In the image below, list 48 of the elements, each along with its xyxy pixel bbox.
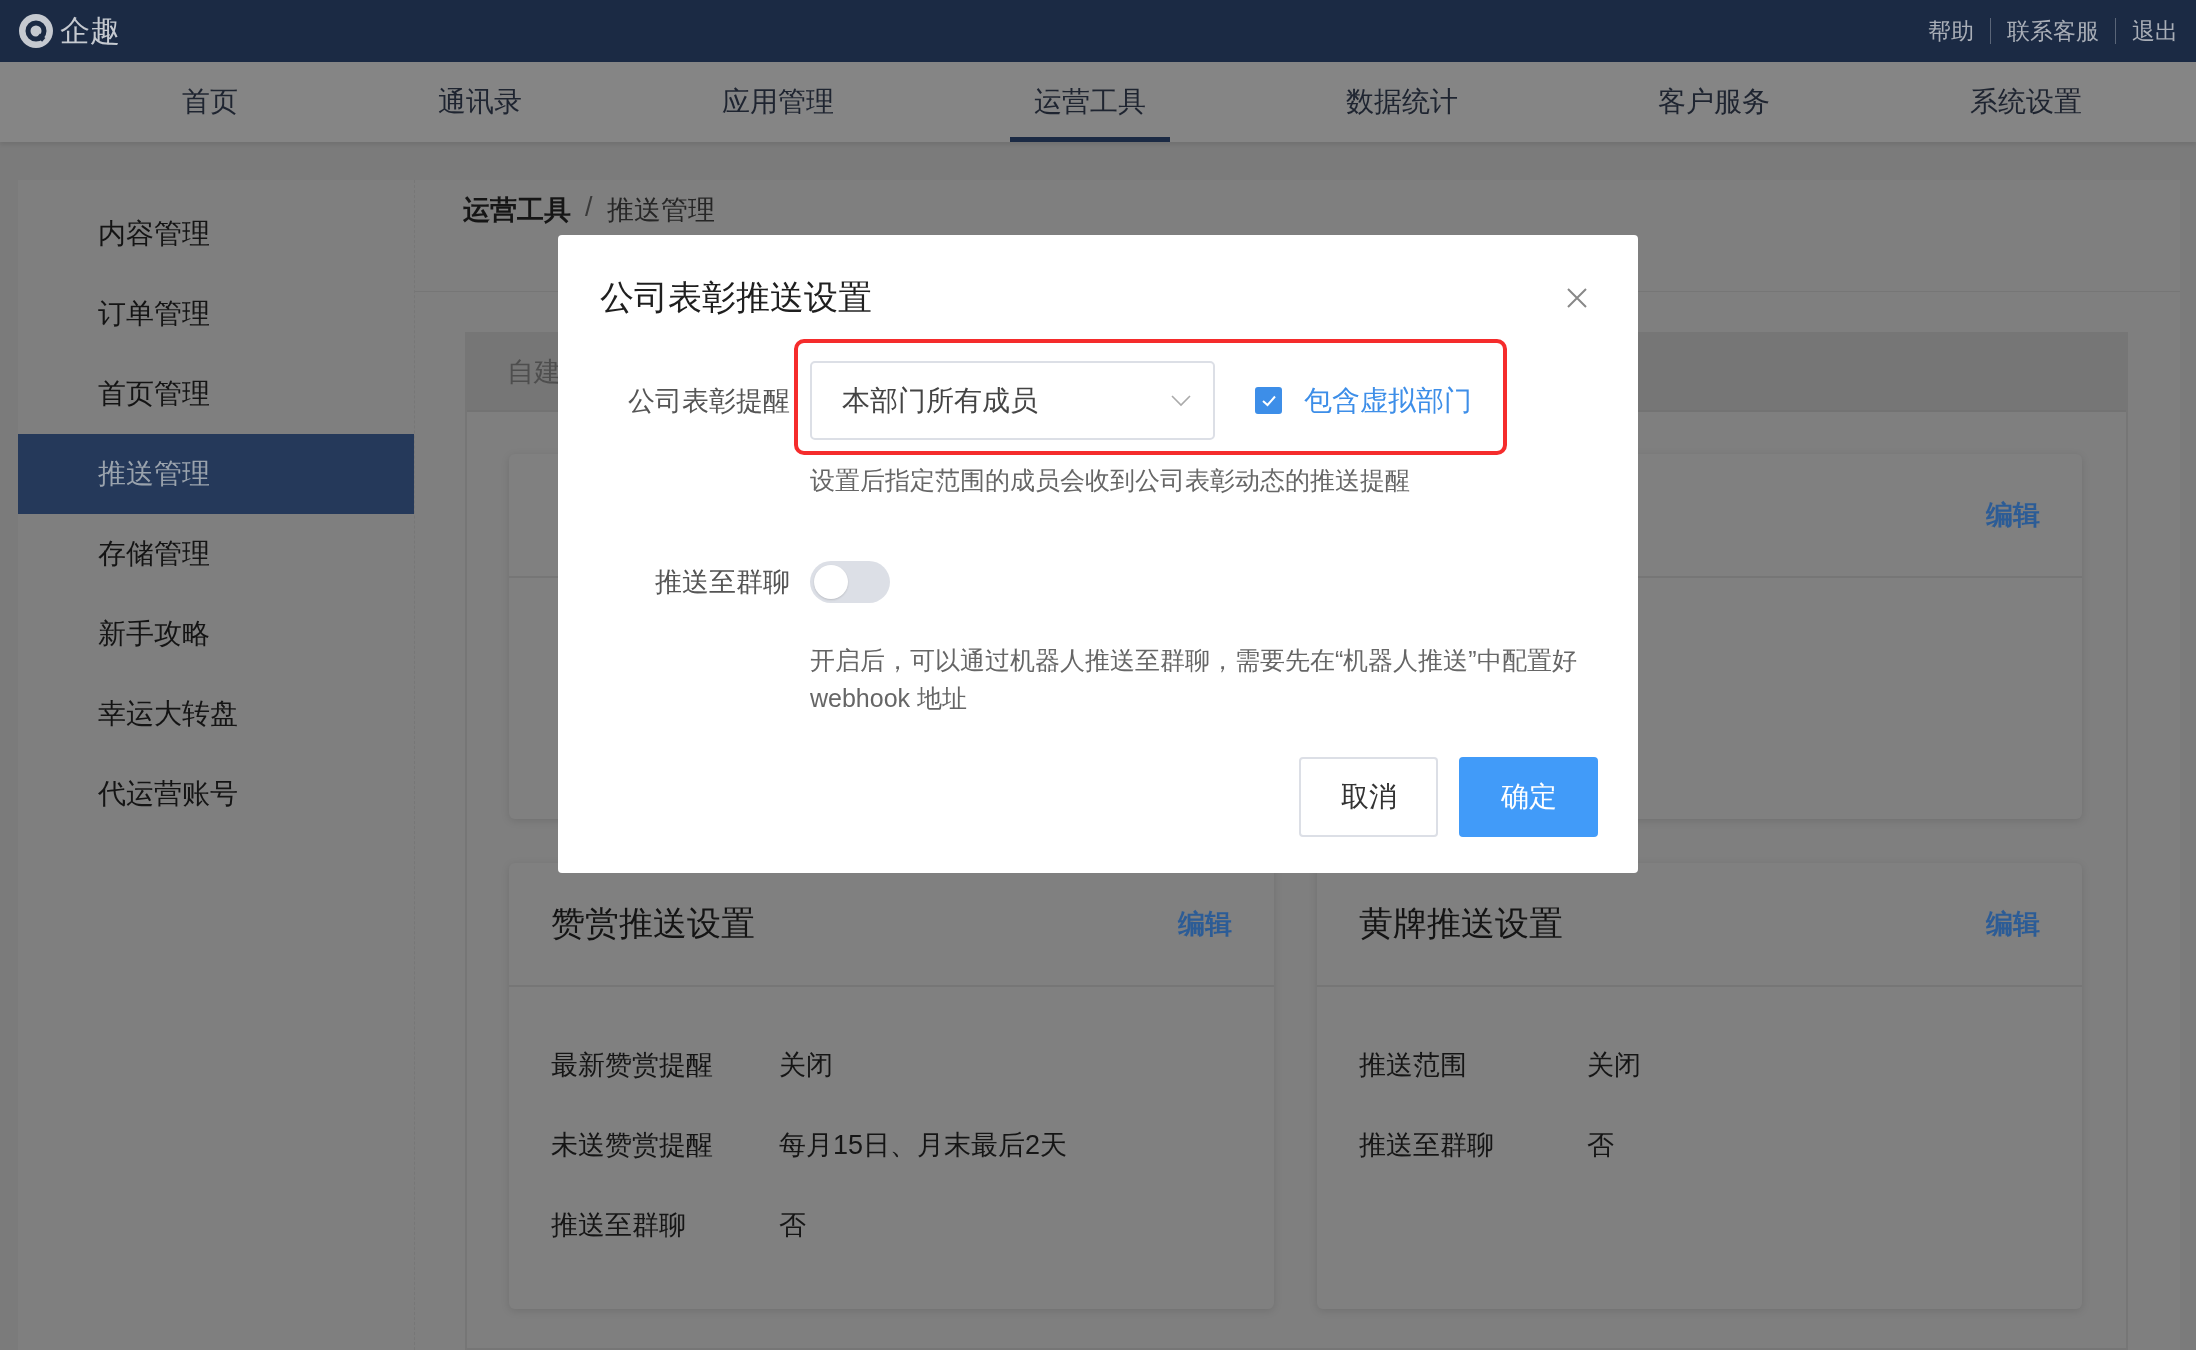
sidebar-item[interactable]: 存储管理 [18, 514, 414, 594]
setting-value: 关闭 [779, 1049, 833, 1082]
nav-tab[interactable]: 首页 [158, 62, 262, 142]
sidebar-item[interactable]: 内容管理 [18, 194, 414, 274]
confirm-button[interactable]: 确定 [1459, 757, 1598, 837]
nav-tab[interactable]: 运营工具 [1010, 62, 1170, 142]
setting-value: 否 [779, 1209, 806, 1242]
setting-value: 否 [1587, 1129, 1614, 1162]
virtual-dept-checkbox[interactable]: 包含虚拟部门 [1255, 381, 1472, 420]
chevron-down-icon [1171, 394, 1191, 407]
close-icon[interactable] [1566, 287, 1588, 309]
nav-tab[interactable]: 通讯录 [414, 62, 546, 142]
setting-label: 未送赞赏提醒 [551, 1129, 714, 1162]
cancel-button[interactable]: 取消 [1299, 757, 1438, 837]
setting-label: 推送至群聊 [551, 1209, 687, 1242]
logo-text: 企趣 [60, 12, 120, 49]
setting-label: 推送至群聊 [1359, 1129, 1495, 1162]
nav-tab[interactable]: 客户服务 [1634, 62, 1794, 142]
breadcrumb-item: 推送管理 [606, 194, 715, 227]
sidebar-item[interactable]: 代运营账号 [18, 754, 414, 834]
nav-tab[interactable]: 数据统计 [1322, 62, 1482, 142]
member-select[interactable]: 本部门所有成员 [810, 361, 1215, 440]
sidebar-item[interactable]: 幸运大转盘 [18, 674, 414, 754]
field-description: 开启后，可以通过机器人推送至群聊，需要先在“机器人推送”中配置好 webhook 地址 [810, 645, 1578, 714]
dialog-title: 公司表彰推送设置 [600, 277, 872, 318]
group-chat-toggle[interactable] [810, 561, 890, 603]
setting-value: 每月15日、月末最后2天 [779, 1129, 1068, 1162]
breadcrumb-item[interactable]: 运营工具 [463, 192, 571, 228]
setting-label: 推送范围 [1359, 1049, 1468, 1082]
sidebar-item[interactable]: 新手攻略 [18, 594, 414, 674]
setting-label: 最新赞赏提醒 [551, 1049, 714, 1082]
logo-icon [18, 13, 54, 49]
field-label: 推送至群聊 [654, 566, 791, 599]
top-link[interactable]: 退出 [2115, 18, 2178, 44]
nav-tab[interactable]: 应用管理 [698, 62, 858, 142]
top-link[interactable]: 帮助 [1912, 18, 1990, 44]
sidebar-item[interactable]: 首页管理 [18, 354, 414, 434]
field-label: 公司表彰提醒 [627, 384, 791, 418]
card-title: 赞赏推送设置 [551, 903, 755, 944]
breadcrumb-separator: / [585, 192, 593, 223]
field-hint: 设置后指定范围的成员会收到公司表彰动态的推送提醒 [810, 465, 1411, 496]
card-title: 黄牌推送设置 [1359, 903, 1563, 944]
sidebar-item[interactable]: 订单管理 [18, 274, 414, 354]
setting-value: 关闭 [1587, 1049, 1641, 1082]
sidebar-item[interactable]: 推送管理 [18, 434, 414, 514]
checkbox[interactable] [1255, 387, 1282, 414]
top-link[interactable]: 联系客服 [1990, 18, 2115, 44]
nav-tab[interactable]: 系统设置 [1946, 62, 2106, 142]
